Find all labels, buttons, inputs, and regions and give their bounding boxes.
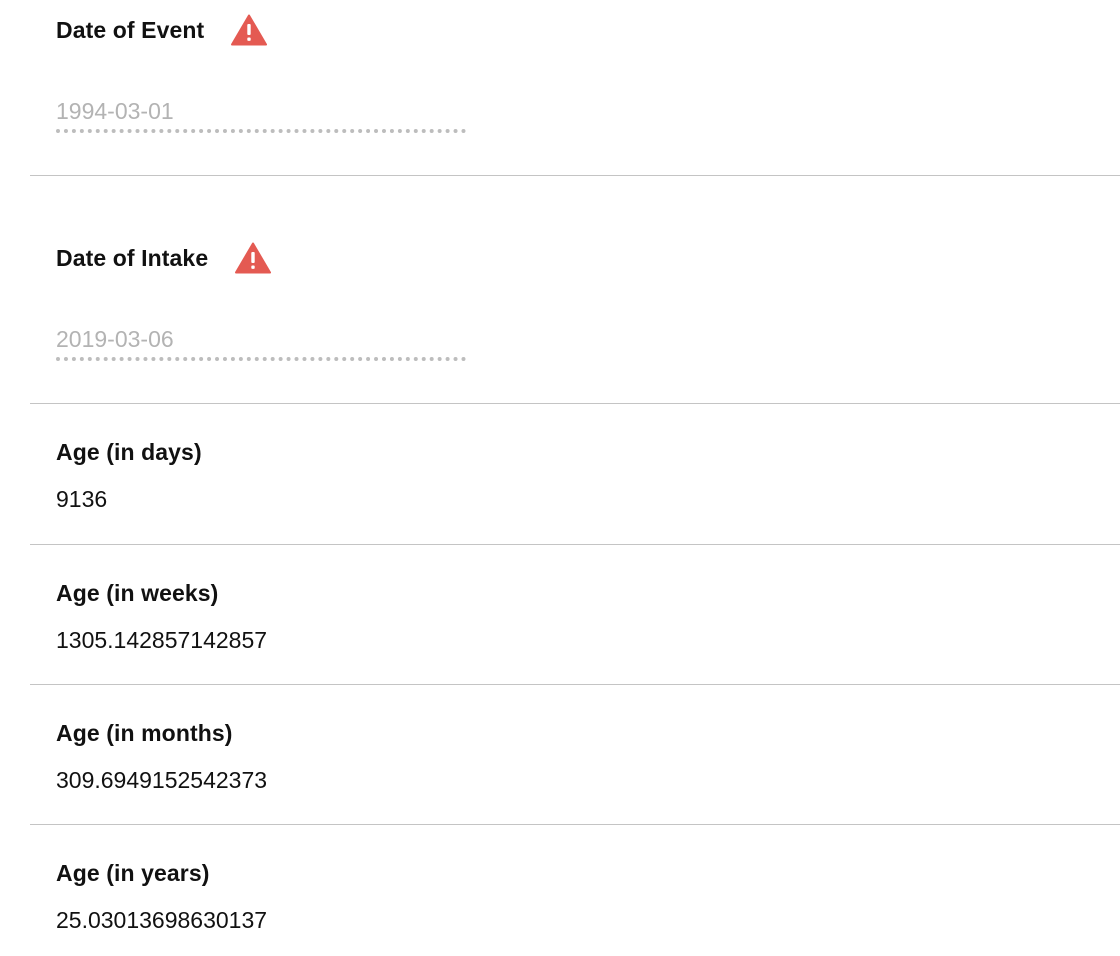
age-days-label: Age (in days) [56, 439, 202, 465]
date-of-event-section: Date of Event [30, 0, 1120, 176]
date-of-event-label: Date of Event [56, 16, 205, 43]
date-of-event-input[interactable] [56, 93, 466, 133]
age-months-section: Age (in months) 309.6949152542373 [30, 685, 1120, 825]
age-months-value: 309.6949152542373 [56, 767, 268, 793]
age-months-label: Age (in months) [56, 720, 233, 746]
date-of-intake-input[interactable] [56, 321, 466, 361]
date-of-intake-label-row: Date of Intake [56, 242, 272, 274]
age-weeks-label: Age (in weeks) [56, 580, 219, 606]
age-days-section: Age (in days) 9136 [30, 404, 1120, 545]
date-of-event-label-row: Date of Event [56, 14, 268, 46]
age-years-section: Age (in years) 25.03013698630137 [30, 825, 1120, 956]
age-days-value: 9136 [56, 486, 108, 512]
warning-icon [231, 14, 268, 46]
age-calculator-form: Date of Event Date of Intake [0, 0, 1120, 956]
date-of-intake-section: Date of Intake [30, 176, 1120, 404]
age-years-label: Age (in years) [56, 860, 210, 886]
date-of-intake-label: Date of Intake [56, 244, 209, 271]
age-years-value: 25.03013698630137 [56, 907, 268, 933]
warning-icon [235, 242, 272, 274]
age-weeks-value: 1305.142857142857 [56, 627, 268, 653]
age-weeks-section: Age (in weeks) 1305.142857142857 [30, 545, 1120, 685]
